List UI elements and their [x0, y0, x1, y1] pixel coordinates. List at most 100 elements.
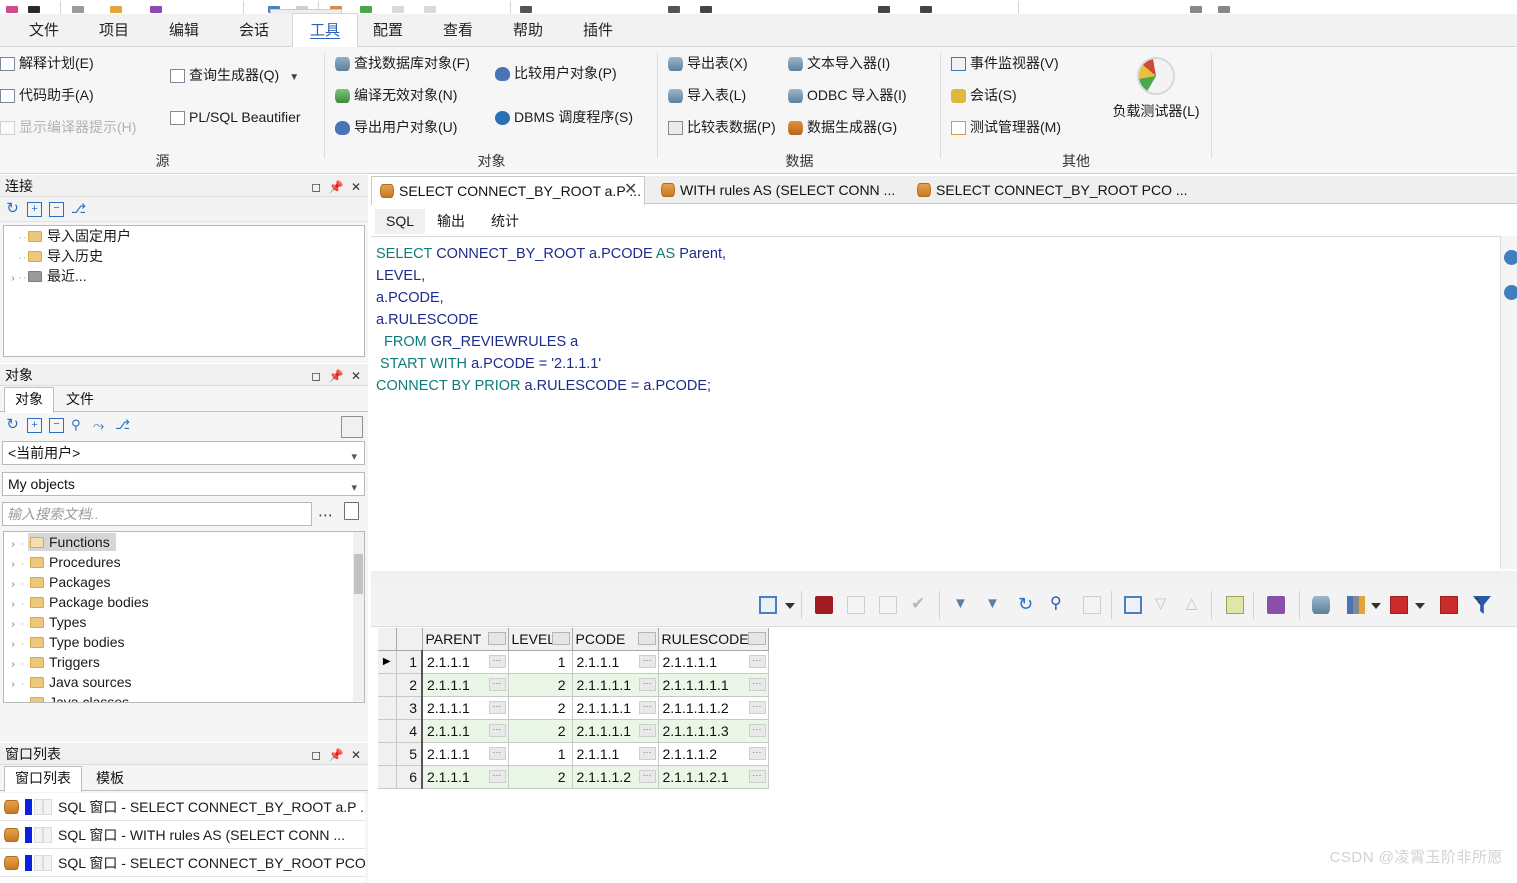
collapse-all-icon[interactable]: −	[49, 418, 64, 433]
table-row[interactable]: 6 2.1.1.1 ··· 2 2.1.1.1.2 ··· 2.1.1.1.2.1 ···	[378, 765, 769, 789]
toolbar-icon-fragment[interactable]	[72, 6, 84, 13]
chevron-down-icon[interactable]: ▼	[289, 70, 299, 86]
cell-level[interactable]: 2	[508, 696, 573, 720]
search-input[interactable]: 输入搜索文档..	[2, 502, 312, 526]
ribbon-item-sessions[interactable]: 会话(S)	[951, 87, 1017, 103]
cell-pcode[interactable]: 2.1.1.1 ···	[572, 650, 659, 674]
ribbon-item-query-builder[interactable]: 查询生成器(Q) ▼	[170, 67, 299, 86]
cell-level[interactable]: 1	[508, 742, 573, 766]
ribbon-item-dbms-scheduler[interactable]: DBMS 调度程序(S)	[495, 109, 633, 125]
cell-rulescode[interactable]: 2.1.1.1.1.3 ···	[658, 719, 769, 743]
chart-caret[interactable]	[1371, 603, 1381, 609]
toolbar-icon-fragment[interactable]	[1190, 6, 1202, 13]
toolbar-icon-fragment[interactable]	[920, 6, 932, 13]
column-header-pcode[interactable]: PCODE	[572, 628, 659, 651]
cell-level[interactable]: 2	[508, 765, 573, 789]
cell-editor-button[interactable]: ···	[638, 700, 656, 714]
ribbon-item-odbc-importer[interactable]: ODBC 导入器(I)	[788, 87, 907, 103]
ribbon-item-import-table[interactable]: 导入表(L)	[668, 87, 746, 103]
column-header-rulescode[interactable]: RULESCODE	[658, 628, 769, 651]
ribbon-item-compile-invalid[interactable]: 编译无效对象(N)	[335, 87, 457, 103]
ribbon-item-code-assistant[interactable]: 代码助手(A)	[0, 87, 94, 103]
objects-panel-color-swatch[interactable]	[341, 416, 363, 438]
document-tab-2[interactable]: SELECT CONNECT_BY_ROOT PCO ...	[909, 176, 1188, 204]
close-icon[interactable]: ✕	[348, 365, 364, 387]
table-row[interactable]: ▶ 1 2.1.1.1 ··· 1 2.1.1.1 ··· 2.1.1.1.1 ···	[378, 650, 769, 674]
cell-editor-button[interactable]: ···	[748, 700, 766, 714]
cell-rulescode[interactable]: 2.1.1.1.2.1 ···	[658, 765, 769, 789]
object-tree-item[interactable]: › · Triggers	[4, 652, 364, 672]
document-tab-1[interactable]: WITH rules AS (SELECT CONN ...	[653, 176, 901, 204]
cell-rulescode[interactable]: 2.1.1.1.1.1 ···	[658, 673, 769, 697]
expand-all-icon[interactable]: +	[27, 202, 42, 217]
object-tree-item[interactable]: › · Types	[4, 612, 364, 632]
cell-editor-button[interactable]: ···	[638, 769, 656, 783]
cell-parent[interactable]: 2.1.1.1 ···	[422, 650, 509, 674]
document-tab-0[interactable]: SELECT CONNECT_BY_ROOT a.P ... ✕	[371, 176, 645, 205]
toolbar-icon-fragment[interactable]	[878, 6, 890, 13]
window-list-item[interactable]: SQL 窗口 - SELECT CONNECT_BY_ROOT PCO ...	[0, 849, 365, 877]
cell-parent[interactable]: 2.1.1.1 ···	[422, 742, 509, 766]
cell-editor-button[interactable]: ···	[638, 746, 656, 760]
move-down-icon[interactable]: ▽	[1155, 596, 1173, 614]
duplicate-icon[interactable]	[1440, 596, 1458, 614]
cell-editor-button[interactable]: ···	[488, 723, 506, 737]
grid-mode-caret[interactable]	[785, 603, 795, 609]
connection-tree-item[interactable]: › ·· 最近...	[4, 266, 364, 286]
toolbar-icon-fragment[interactable]	[110, 6, 122, 13]
toolbar-icon-fragment[interactable]	[28, 6, 40, 13]
filter-icon[interactable]: ⤳	[93, 418, 108, 433]
ribbon-item-beautifier[interactable]: PL/SQL Beautifier	[170, 109, 301, 125]
column-header-level[interactable]: LEVEL	[508, 628, 573, 651]
connection-tree-item[interactable]: ·· 导入固定用户	[4, 226, 364, 246]
cell-pcode[interactable]: 2.1.1.1.1 ···	[572, 719, 659, 743]
filter-icon[interactable]: ὓ	[1473, 596, 1491, 614]
table-view-icon[interactable]	[1390, 596, 1408, 614]
table-row[interactable]: 2 2.1.1.1 ··· 2 2.1.1.1.1 ··· 2.1.1.1.1.1 ···	[378, 673, 769, 697]
toolbar-icon-fragment[interactable]	[392, 6, 404, 13]
column-resize-handle[interactable]	[487, 632, 506, 645]
refresh-icon[interactable]: ↻	[5, 417, 20, 433]
connection-tree-item[interactable]: ·· 导入历史	[4, 246, 364, 266]
object-tree-item[interactable]: › · Packages	[4, 572, 364, 592]
cell-parent[interactable]: 2.1.1.1 ···	[422, 765, 509, 789]
refresh-icon[interactable]: ↻	[5, 201, 20, 217]
editor-sub-tab-输出[interactable]: 输出	[426, 209, 476, 234]
ribbon-item-data-generator[interactable]: 数据生成器(G)	[788, 119, 897, 135]
ribbon-item-test-manager[interactable]: 测试管理器(M)	[951, 119, 1061, 135]
toolbar-icon-fragment[interactable]	[150, 6, 162, 13]
cell-editor-button[interactable]: ···	[748, 746, 766, 760]
editor-sub-tab-统计[interactable]: 统计	[480, 209, 530, 234]
cell-parent[interactable]: 2.1.1.1 ···	[422, 696, 509, 720]
find-icon[interactable]: ⚲	[1050, 596, 1068, 614]
new-connection-icon[interactable]: ⎇	[71, 202, 86, 217]
ribbon-item-export-user-object[interactable]: 导出用户对象(U)	[335, 119, 457, 135]
table-caret[interactable]	[1415, 603, 1425, 609]
maximize-icon[interactable]: ◻	[308, 744, 324, 766]
lock-icon[interactable]	[815, 596, 833, 614]
ribbon-item-text-importer[interactable]: 文本导入器(I)	[788, 55, 890, 71]
objects-tree-scrollbar[interactable]	[353, 532, 364, 702]
cell-pcode[interactable]: 2.1.1.1 ···	[572, 742, 659, 766]
move-up-icon[interactable]: △	[1186, 596, 1204, 614]
column-resize-handle[interactable]	[747, 632, 766, 645]
expand-all-icon[interactable]: +	[27, 418, 42, 433]
ribbon-item-compare-user-object[interactable]: 比较用户对象(P)	[495, 65, 617, 81]
cell-pcode[interactable]: 2.1.1.1.2 ···	[572, 765, 659, 789]
toolbar-icon-fragment[interactable]	[360, 6, 372, 13]
editor-sub-tab-SQL[interactable]: SQL	[375, 209, 426, 234]
save-icon[interactable]	[1267, 596, 1285, 614]
cell-rulescode[interactable]: 2.1.1.1.2 ···	[658, 742, 769, 766]
object-tree-item[interactable]: ›· Java classes	[4, 692, 364, 702]
cell-editor-button[interactable]: ···	[488, 700, 506, 714]
cell-pcode[interactable]: 2.1.1.1.1 ···	[572, 673, 659, 697]
menu-item-4[interactable]: 工具	[292, 13, 359, 47]
toolbar-icon-fragment[interactable]	[520, 6, 532, 13]
cell-editor-button[interactable]: ···	[748, 723, 766, 737]
column-header-parent[interactable]: PARENT	[422, 628, 509, 651]
chevron-right-icon[interactable]: ›	[8, 695, 18, 702]
ribbon-item-compare-table-data[interactable]: 比较表数据(P)	[668, 119, 776, 135]
ribbon-item-event-monitor[interactable]: 事件监视器(V)	[951, 55, 1059, 71]
new-object-icon[interactable]: ⎇	[115, 418, 130, 433]
cell-level[interactable]: 2	[508, 719, 573, 743]
